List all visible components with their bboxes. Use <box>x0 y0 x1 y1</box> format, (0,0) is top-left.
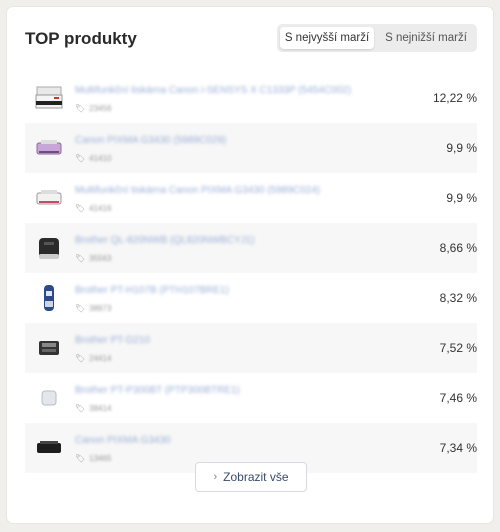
tag-icon: 🏷 <box>75 354 86 363</box>
margin-value: 8,32 % <box>439 291 477 305</box>
product-row[interactable]: Brother PT-D210 🏷 24414 7,52 % <box>25 323 477 373</box>
margin-value: 12,22 % <box>432 91 477 105</box>
top-products-card: TOP produkty S nejvyšší marží S nejnižší… <box>7 7 493 523</box>
show-all-label: Zobrazit vše <box>223 470 289 484</box>
product-name-link[interactable]: Brother PT-H107B (PTH107BRE1) <box>75 285 415 296</box>
product-name-link[interactable]: Brother PT-P300BT (PTP300BTRE1) <box>75 385 415 396</box>
product-code: 38973 <box>89 304 112 313</box>
margin-value: 7,46 % <box>439 391 477 405</box>
margin-toggle: S nejvyšší marží S nejnižší marží <box>277 24 477 52</box>
margin-value: 8,66 % <box>439 241 477 255</box>
product-row[interactable]: Brother QL-820NWB (QL820NWBCYJ1) 🏷 35563 … <box>25 223 477 273</box>
product-name-link[interactable]: Multifunkční tiskárna Canon PIXMA G3430 … <box>75 185 415 196</box>
margin-value: 9,9 % <box>446 191 477 205</box>
margin-value: 9,9 % <box>446 141 477 155</box>
laser-mfp-printer-icon <box>33 82 65 114</box>
product-name-link[interactable]: Canon PIXMA G3430 (5989C029) <box>75 135 415 146</box>
chevron-right-icon: › <box>213 471 218 483</box>
product-name-link[interactable]: Brother QL-820NWB (QL820NWBCYJ1) <box>75 235 415 246</box>
product-code: 41410 <box>89 154 112 163</box>
product-row[interactable]: Brother PT-H107B (PTH107BRE1) 🏷 38973 8,3… <box>25 273 477 323</box>
tag-icon: 🏷 <box>75 204 86 213</box>
highest-margin-tab[interactable]: S nejvyšší marží <box>280 27 374 49</box>
tag-icon: 🏷 <box>75 454 86 463</box>
desktop-labeler-icon <box>33 332 65 364</box>
product-code: 41416 <box>89 204 112 213</box>
product-code: 35563 <box>89 254 112 263</box>
card-title: TOP produkty <box>25 29 137 48</box>
product-code: 23456 <box>89 104 112 113</box>
margin-value: 7,34 % <box>439 441 477 455</box>
tag-icon: 🏷 <box>75 304 86 313</box>
inkjet-printer-pink-icon <box>33 132 65 164</box>
tag-icon: 🏷 <box>75 404 86 413</box>
lowest-margin-tab[interactable]: S nejnižší marží <box>377 27 475 49</box>
product-row[interactable]: Canon PIXMA G3430 (5989C029) 🏷 41410 9,9 … <box>25 123 477 173</box>
inkjet-printer-white-icon <box>33 182 65 214</box>
tag-icon: 🏷 <box>75 154 86 163</box>
product-name-link[interactable]: Canon PIXMA G3430 <box>75 435 415 446</box>
tag-icon: 🏷 <box>75 104 86 113</box>
product-row[interactable]: Brother PT-P300BT (PTP300BTRE1) 🏷 38414 7… <box>25 373 477 423</box>
margin-value: 7,52 % <box>439 341 477 355</box>
tag-icon: 🏷 <box>75 254 86 263</box>
product-row[interactable]: Multifunkční tiskárna Canon i-SENSYS X C… <box>25 73 477 123</box>
product-code: 13465 <box>89 454 112 463</box>
product-row[interactable]: Multifunkční tiskárna Canon PIXMA G3430 … <box>25 173 477 223</box>
cube-labeler-icon <box>33 382 65 414</box>
ink-tank-printer-icon <box>33 432 65 464</box>
product-code: 24414 <box>89 354 112 363</box>
product-list: Multifunkční tiskárna Canon i-SENSYS X C… <box>25 73 477 473</box>
label-printer-icon <box>33 232 65 264</box>
product-name-link[interactable]: Brother PT-D210 <box>75 335 415 346</box>
product-name-link[interactable]: Multifunkční tiskárna Canon i-SENSYS X C… <box>75 85 415 96</box>
handheld-labeler-icon <box>33 282 65 314</box>
product-code: 38414 <box>89 404 112 413</box>
show-all-button[interactable]: › Zobrazit vše <box>195 462 307 492</box>
